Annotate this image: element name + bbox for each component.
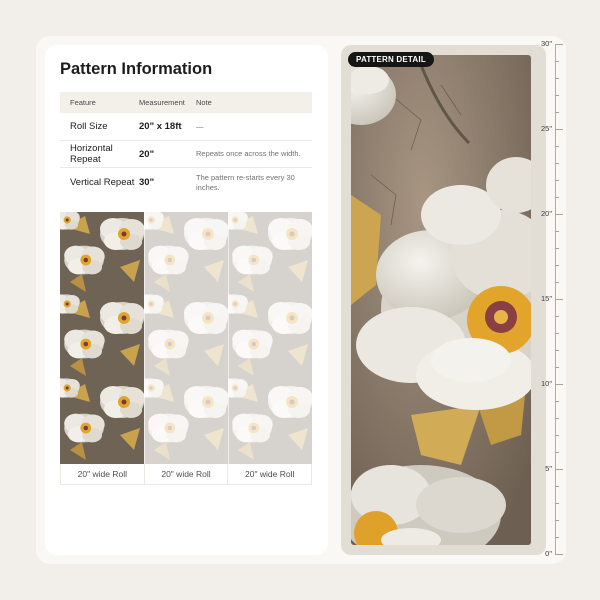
roll-panel-2 bbox=[144, 212, 228, 464]
ruler-major-tick bbox=[555, 44, 563, 45]
ruler-minor-tick bbox=[555, 180, 559, 181]
ruler-minor-tick bbox=[555, 282, 559, 283]
roll-preview bbox=[60, 212, 312, 464]
ruler-major-tick bbox=[555, 299, 563, 300]
ruler-major-tick bbox=[555, 554, 563, 555]
roll-panel-1 bbox=[60, 212, 144, 464]
roll-divider bbox=[144, 212, 145, 464]
ruler-minor-tick bbox=[555, 316, 559, 317]
ruler-label: 0" bbox=[545, 549, 552, 558]
ruler-minor-tick bbox=[555, 520, 559, 521]
ruler-minor-tick bbox=[555, 503, 559, 504]
ruler-minor-tick bbox=[555, 367, 559, 368]
ruler-minor-tick bbox=[555, 537, 559, 538]
roll-label: 20" wide Roll bbox=[61, 464, 145, 484]
ruler-minor-tick bbox=[555, 146, 559, 147]
pattern-table: Feature Measurement Note Roll Size 20" x… bbox=[60, 92, 312, 197]
row-measurement: 30" bbox=[139, 177, 155, 188]
ruler-minor-tick bbox=[555, 435, 559, 436]
roll-label: 20" wide Roll bbox=[245, 469, 295, 479]
ruler-minor-tick bbox=[555, 486, 559, 487]
ruler-minor-tick bbox=[555, 112, 559, 113]
ruler-label: 20" bbox=[540, 209, 552, 218]
table-row: Roll Size 20" x 18ft — bbox=[60, 113, 312, 141]
header-measurement: Measurement bbox=[139, 98, 185, 107]
ruler-label: 5" bbox=[545, 464, 552, 473]
ruler-minor-tick bbox=[555, 418, 559, 419]
roll-divider bbox=[228, 212, 229, 464]
ruler-label: 25" bbox=[540, 124, 552, 133]
ruler-minor-tick bbox=[555, 231, 559, 232]
table-row: Horizontal Repeat 20" Repeats once acros… bbox=[60, 141, 312, 168]
row-measurement: 20" x 18ft bbox=[139, 121, 182, 132]
row-note: The pattern re-starts every 30 inches. bbox=[196, 172, 295, 192]
ruler-minor-tick bbox=[555, 265, 559, 266]
ruler-major-tick bbox=[555, 214, 563, 215]
ruler-minor-tick bbox=[555, 163, 559, 164]
ruler-minor-tick bbox=[555, 78, 559, 79]
ruler-major-tick bbox=[555, 469, 563, 470]
ruler-minor-tick bbox=[555, 197, 559, 198]
ruler-minor-tick bbox=[555, 248, 559, 249]
ruler-major-tick bbox=[555, 384, 563, 385]
row-note: Repeats once across the width. bbox=[196, 149, 301, 159]
ruler-minor-tick bbox=[555, 401, 559, 402]
ruler-minor-tick bbox=[555, 95, 559, 96]
ruler-label: 30" bbox=[540, 39, 552, 48]
header-note: Note bbox=[196, 98, 212, 107]
ruler-minor-tick bbox=[555, 333, 559, 334]
row-feature: Roll Size bbox=[70, 121, 108, 132]
row-note: — bbox=[196, 121, 204, 131]
pattern-detail-image bbox=[351, 55, 531, 545]
row-measurement: 20" bbox=[139, 148, 155, 160]
ruler-minor-tick bbox=[555, 452, 559, 453]
row-feature: Vertical Repeat bbox=[70, 177, 135, 188]
ruler-minor-tick bbox=[555, 61, 559, 62]
panel-title: Pattern Information bbox=[60, 60, 213, 78]
ruler-major-tick bbox=[555, 129, 563, 130]
ruler-label: 15" bbox=[540, 294, 552, 303]
pattern-detail-badge: PATTERN DETAIL bbox=[348, 52, 434, 67]
ruler-minor-tick bbox=[555, 350, 559, 351]
header-feature: Feature bbox=[70, 98, 96, 107]
roll-label: 20" wide Roll bbox=[145, 464, 229, 484]
ruler-label: 10" bbox=[540, 379, 552, 388]
table-header: Feature Measurement Note bbox=[60, 92, 312, 113]
roll-labels: 20" wide Roll 20" wide Roll 20" wide Rol… bbox=[60, 464, 312, 485]
row-feature: Horizontal Repeat bbox=[70, 143, 113, 165]
roll-panel-3 bbox=[228, 212, 312, 464]
table-row: Vertical Repeat 30" The pattern re-start… bbox=[60, 168, 312, 197]
